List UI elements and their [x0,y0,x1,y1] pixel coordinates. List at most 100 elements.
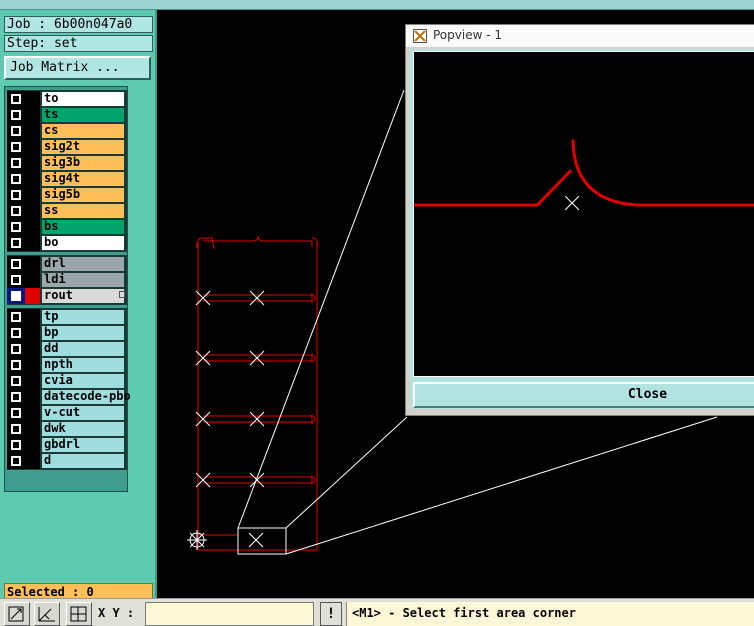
layer-color-swatch[interactable] [25,235,40,251]
layer-row-rout[interactable]: rout [7,288,127,304]
layer-name[interactable]: dwk [42,422,124,436]
popview-canvas[interactable] [413,51,754,377]
layer-name[interactable]: sig4t [42,172,124,186]
layer-checkbox-cell[interactable] [7,389,25,405]
layer-name[interactable]: sig3b [42,156,124,170]
layer-checkbox-cell[interactable] [7,155,25,171]
layer-row-v-cut[interactable]: v-cut [7,405,127,421]
layer-row-d[interactable]: d [7,453,127,469]
layer-row-ldi[interactable]: ldi [7,272,127,288]
layer-checkbox[interactable] [11,222,21,232]
layer-name[interactable]: rout [42,289,124,303]
layer-row-datecode-pbo[interactable]: datecode-pbo [7,389,131,405]
layer-checkbox[interactable] [11,275,21,285]
layer-checkbox[interactable] [11,190,21,200]
layer-checkbox[interactable] [11,206,21,216]
layer-checkbox-cell[interactable] [7,171,25,187]
layer-name[interactable]: ldi [42,273,124,287]
layer-row-sig5b[interactable]: sig5b [7,187,127,203]
layer-color-swatch[interactable] [25,91,40,107]
layer-name[interactable]: to [42,92,124,106]
layer-checkbox-cell[interactable] [7,405,25,421]
layer-color-swatch[interactable] [25,405,40,421]
layer-checkbox-cell[interactable] [7,235,25,251]
layer-checkbox-cell[interactable] [7,309,25,325]
popview-titlebar[interactable]: Popview - 1 [406,25,754,47]
layer-color-swatch[interactable] [25,437,40,453]
layer-checkbox-cell[interactable] [7,256,25,272]
layer-checkbox-cell[interactable] [7,341,25,357]
layer-row-ss[interactable]: ss [7,203,127,219]
layer-checkbox[interactable] [11,110,21,120]
layer-checkbox-cell[interactable] [7,272,25,288]
layer-checkbox-cell[interactable] [7,123,25,139]
layer-row-gbdrl[interactable]: gbdrl [7,437,127,453]
layer-name[interactable]: ss [42,204,124,218]
layer-color-swatch[interactable] [25,272,40,288]
layer-checkbox-cell[interactable] [7,139,25,155]
layer-row-dd[interactable]: dd [7,341,127,357]
layer-checkbox-cell[interactable] [7,453,25,469]
layer-name[interactable]: cvia [42,374,124,388]
layer-checkbox-cell[interactable] [7,357,25,373]
layer-checkbox[interactable] [11,94,21,104]
layer-row-npth[interactable]: npth [7,357,127,373]
layer-checkbox[interactable] [11,291,21,301]
layer-color-swatch[interactable] [25,357,40,373]
layer-name[interactable]: dd [42,342,124,356]
layer-checkbox[interactable] [11,259,21,269]
layer-name[interactable]: bs [42,220,124,234]
layer-checkbox[interactable] [11,158,21,168]
layer-checkbox[interactable] [11,376,21,386]
layer-checkbox[interactable] [11,360,21,370]
layer-color-swatch[interactable] [25,309,40,325]
layer-checkbox[interactable] [11,456,21,466]
layer-row-sig2t[interactable]: sig2t [7,139,127,155]
layer-row-bp[interactable]: bp [7,325,127,341]
layer-checkbox-cell[interactable] [7,203,25,219]
layer-row-to[interactable]: to [7,91,127,107]
layer-checkbox-cell[interactable] [7,288,25,304]
layer-row-dwk[interactable]: dwk [7,421,127,437]
layer-row-cvia[interactable]: cvia [7,373,127,389]
layer-checkbox-cell[interactable] [7,187,25,203]
layer-row-tp[interactable]: tp [7,309,127,325]
layer-checkbox[interactable] [11,440,21,450]
layer-checkbox-cell[interactable] [7,107,25,123]
layer-row-sig3b[interactable]: sig3b [7,155,127,171]
layer-row-bs[interactable]: bs [7,219,127,235]
layer-checkbox-cell[interactable] [7,325,25,341]
exclaim-button[interactable]: ! [320,602,342,626]
measure-icon[interactable] [34,602,60,626]
layer-name[interactable]: ts [42,108,124,122]
layer-color-swatch[interactable] [25,139,40,155]
layer-checkbox-cell[interactable] [7,373,25,389]
layer-color-swatch[interactable] [25,256,40,272]
xy-coordinate-input[interactable] [145,602,314,626]
layer-color-swatch[interactable] [25,373,40,389]
layer-name[interactable]: drl [42,257,124,271]
layer-row-cs[interactable]: cs [7,123,127,139]
layer-color-swatch[interactable] [25,123,40,139]
layer-checkbox-cell[interactable] [7,219,25,235]
layer-row-ts[interactable]: ts [7,107,127,123]
layer-name[interactable]: datecode-pbo [42,390,131,404]
layer-color-swatch[interactable] [25,421,40,437]
layer-color-swatch[interactable] [25,171,40,187]
layer-name[interactable]: bo [42,236,124,250]
layer-name[interactable]: v-cut [42,406,124,420]
layer-name[interactable]: gbdrl [42,438,124,452]
layer-color-swatch[interactable] [25,453,40,469]
layer-color-swatch[interactable] [25,325,40,341]
layer-checkbox[interactable] [11,392,21,402]
layer-row-sig4t[interactable]: sig4t [7,171,127,187]
layer-checkbox[interactable] [11,424,21,434]
layer-checkbox[interactable] [11,408,21,418]
layer-checkbox[interactable] [11,142,21,152]
layer-color-swatch[interactable] [25,203,40,219]
layer-checkbox[interactable] [11,344,21,354]
layer-name[interactable]: bp [42,326,124,340]
layer-checkbox[interactable] [11,174,21,184]
zoom-fit-icon[interactable] [4,602,30,626]
layer-color-swatch[interactable] [25,219,40,235]
